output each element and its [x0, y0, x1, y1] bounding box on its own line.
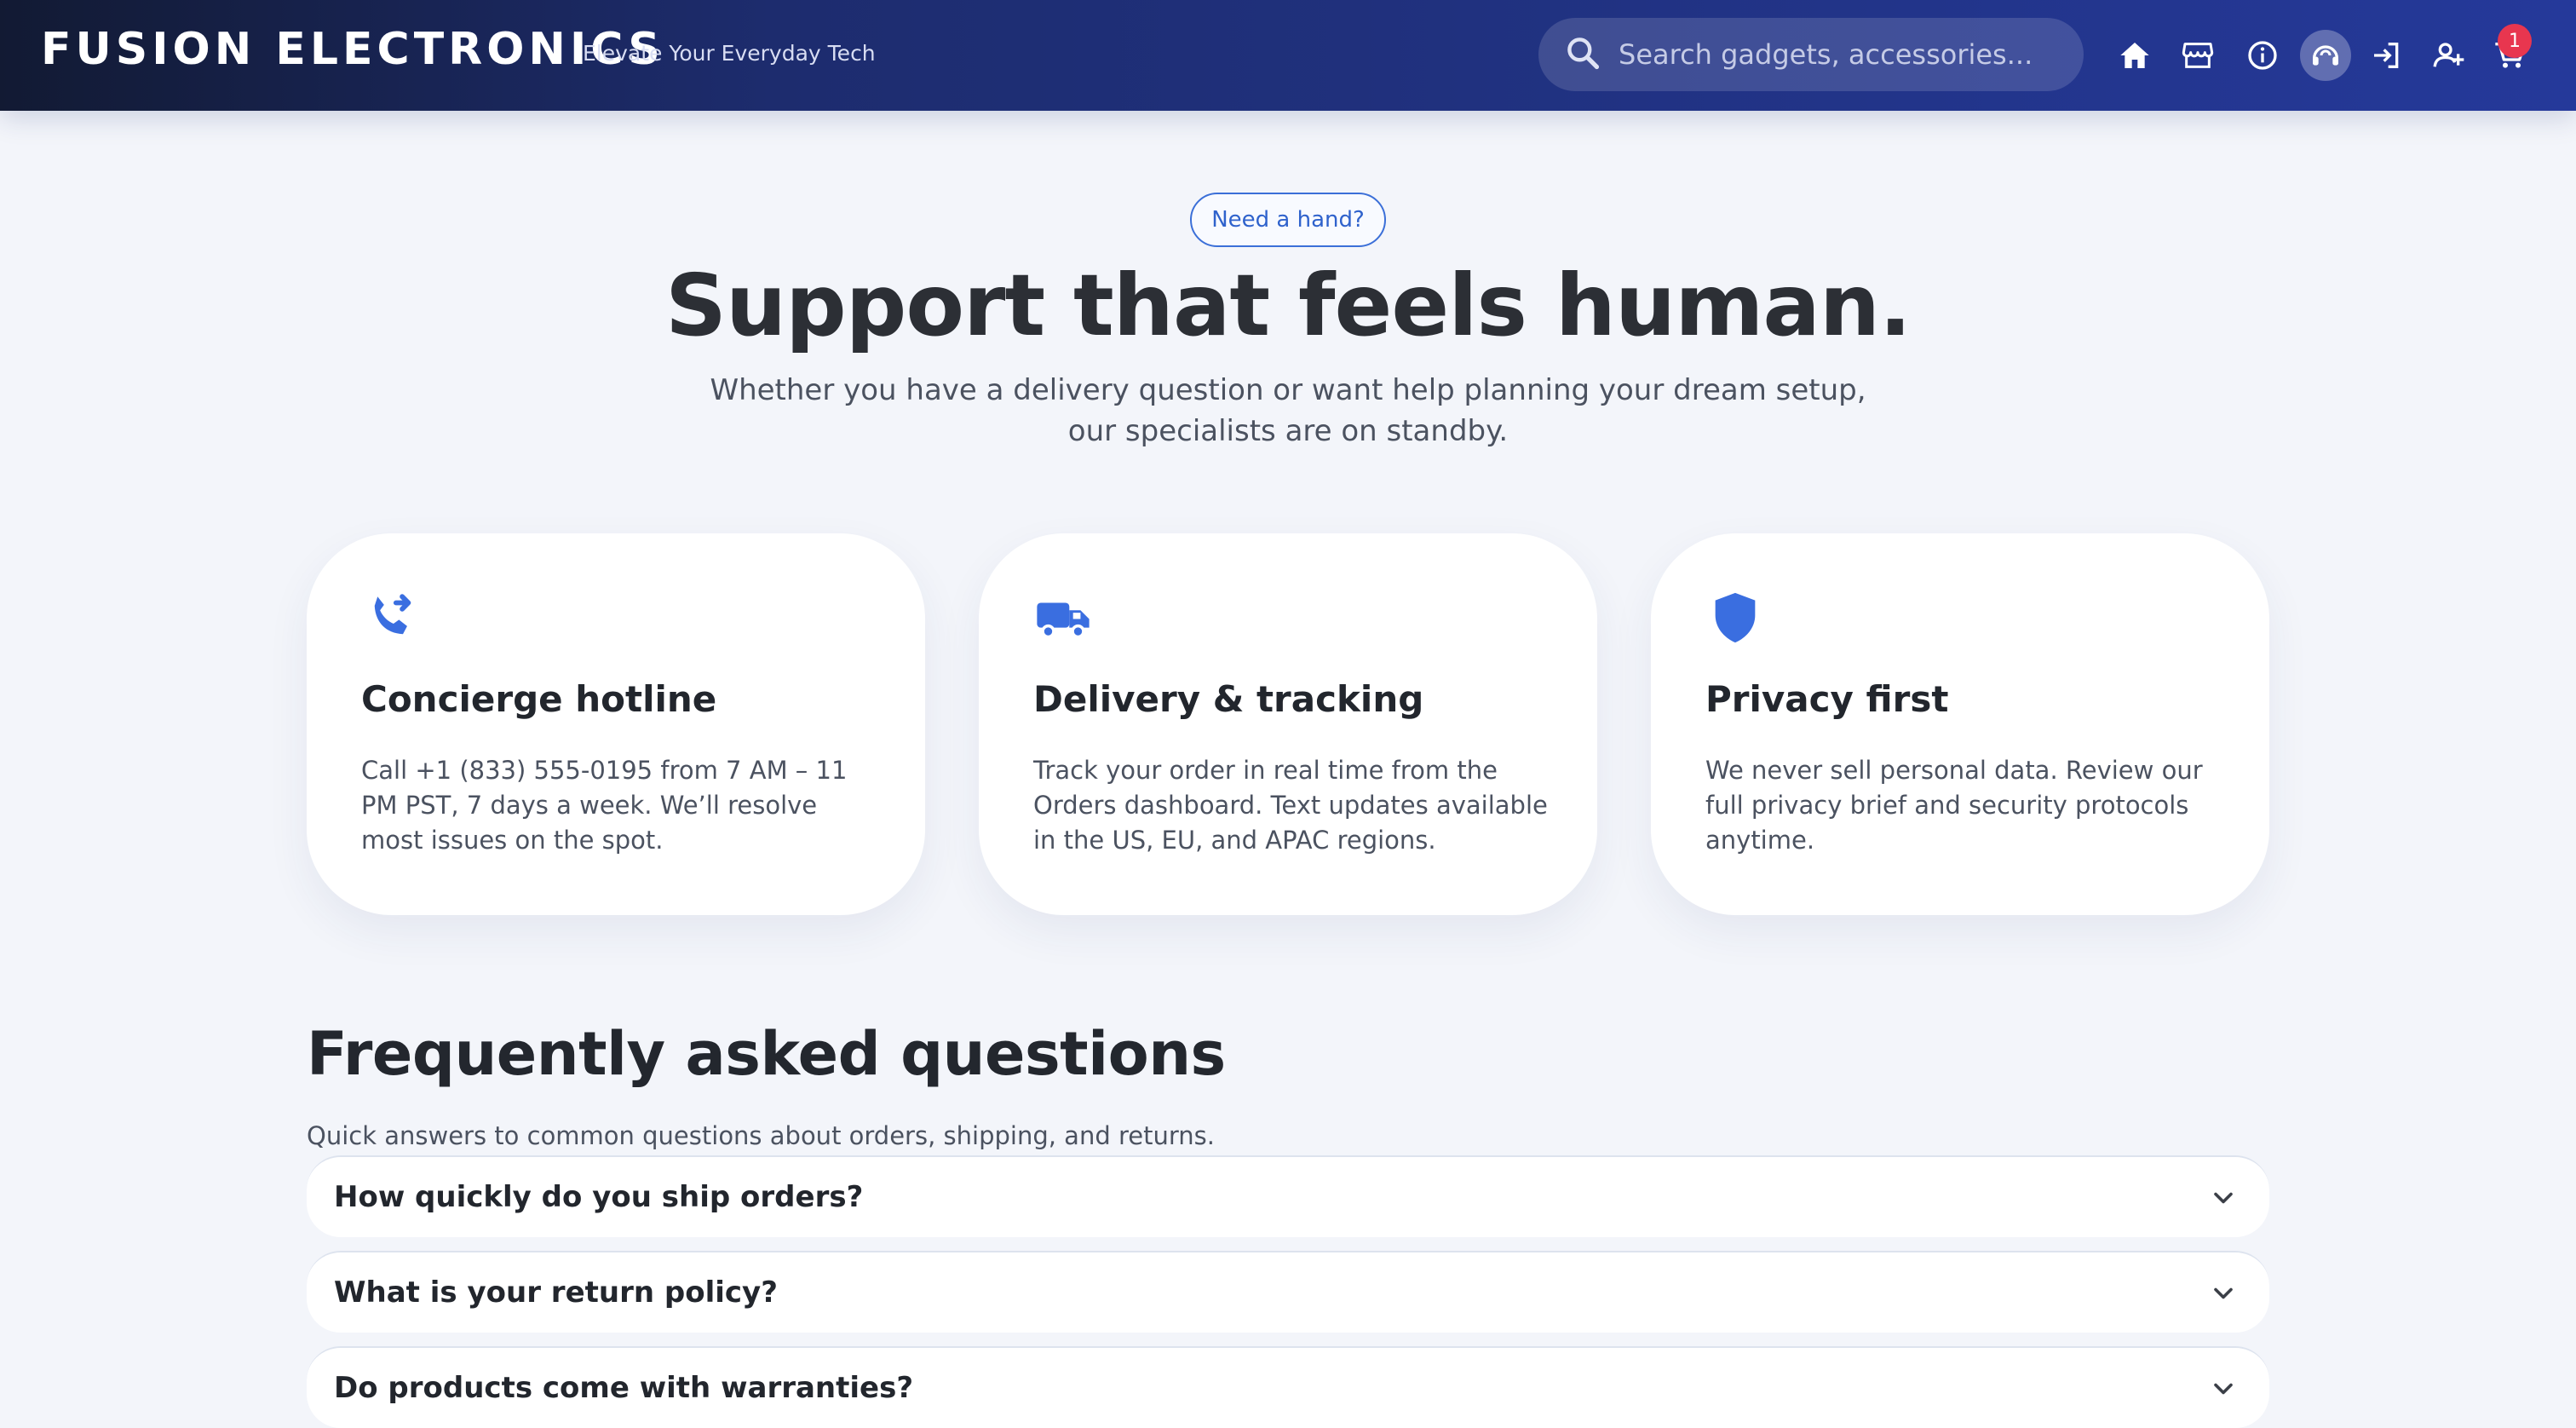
page-title: Support that feels human.	[664, 256, 1912, 355]
page-subtitle: Whether you have a delivery question or …	[710, 373, 1866, 448]
search-icon	[1564, 34, 1601, 75]
chevron-down-icon	[2214, 1192, 2233, 1204]
faq-item[interactable]: What is your return policy?	[307, 1251, 2269, 1333]
card-title: Concierge hotline	[361, 678, 717, 720]
chevron-down-icon	[2214, 1383, 2233, 1395]
faq-question: What is your return policy?	[334, 1275, 778, 1310]
card-concierge-hotline: Concierge hotline Call +1 (833) 555-0195…	[307, 533, 925, 915]
faq-item[interactable]: Do products come with warranties?	[307, 1346, 2269, 1428]
info-icon[interactable]	[2237, 30, 2288, 81]
card-title: Delivery & tracking	[1033, 678, 1424, 720]
card-body: Track your order in real time from the O…	[1033, 756, 1548, 855]
help-pill: Need a hand?	[1190, 193, 1386, 247]
faq-item[interactable]: How quickly do you ship orders?	[307, 1155, 2269, 1237]
faq-subtitle: Quick answers to common questions about …	[307, 1121, 1215, 1150]
faq-question: How quickly do you ship orders?	[334, 1180, 864, 1214]
search-input[interactable]	[1619, 29, 2061, 80]
top-navigation-bar: FUSION ELECTRONICS Elevate Your Everyday…	[0, 0, 2576, 111]
chevron-down-icon	[2214, 1287, 2233, 1299]
store-icon[interactable]	[2172, 30, 2223, 81]
support-icon[interactable]	[2300, 30, 2351, 81]
faq-question: Do products come with warranties?	[334, 1371, 914, 1405]
brand-tagline: Elevate Your Everyday Tech	[583, 41, 876, 66]
card-body: We never sell personal data. Review our …	[1705, 756, 2203, 855]
cart-count-badge: 1	[2498, 24, 2532, 58]
search-bar[interactable]	[1538, 18, 2084, 91]
faq-title: Frequently asked questions	[307, 1019, 1226, 1089]
home-icon[interactable]	[2109, 30, 2160, 81]
card-privacy-first: Privacy first We never sell personal dat…	[1651, 533, 2269, 915]
phone-forward-icon	[361, 588, 421, 648]
truck-icon	[1033, 588, 1093, 648]
card-title: Privacy first	[1705, 678, 1949, 720]
card-body: Call +1 (833) 555-0195 from 7 AM – 11 PM…	[361, 756, 848, 855]
register-icon[interactable]	[2423, 30, 2474, 81]
login-icon[interactable]	[2361, 30, 2412, 81]
card-delivery-tracking: Delivery & tracking Track your order in …	[979, 533, 1597, 915]
brand-logo[interactable]: FUSION ELECTRONICS	[41, 24, 664, 75]
shield-icon	[1705, 588, 1765, 648]
